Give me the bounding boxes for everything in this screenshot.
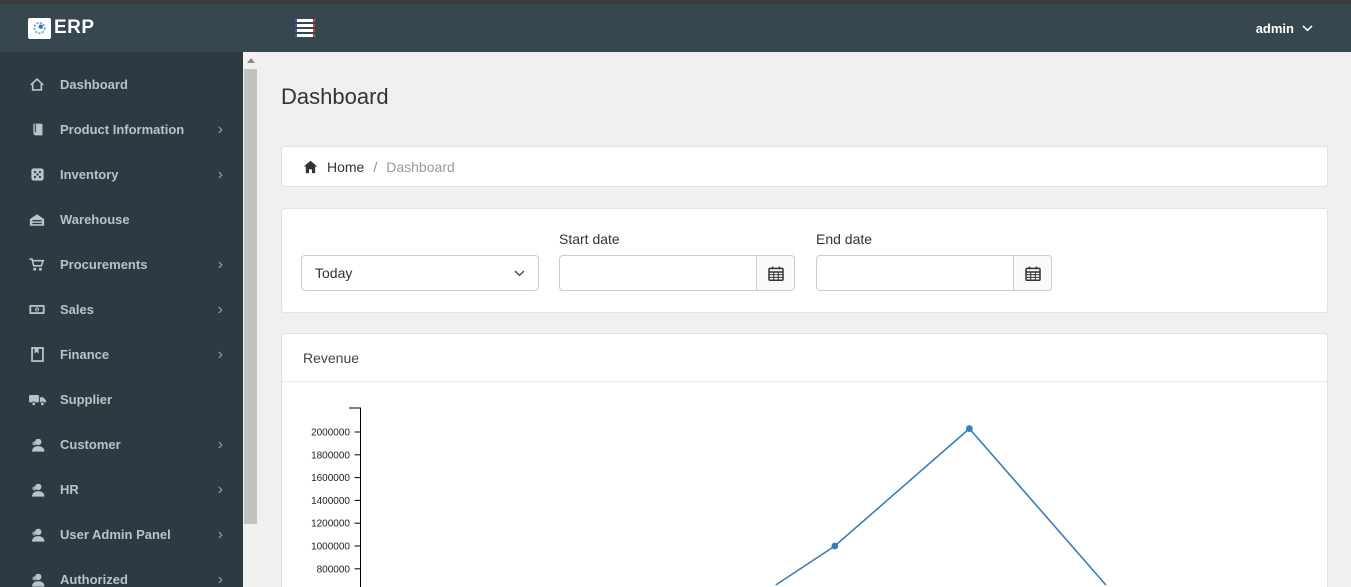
cube-icon: [27, 166, 47, 183]
calendar-icon: [767, 266, 784, 281]
sidebar-item-hr[interactable]: HR ›: [0, 467, 243, 512]
sidebar-item-product-information[interactable]: Product Information ›: [0, 107, 243, 152]
chevron-right-icon: ›: [217, 345, 223, 363]
chevron-right-icon: ›: [217, 300, 223, 318]
chevron-right-icon: ›: [217, 525, 223, 543]
user-menu[interactable]: admin: [1256, 21, 1313, 36]
brand-text: ERP: [54, 17, 95, 38]
breadcrumb-separator: /: [373, 158, 378, 175]
sidebar-item-label: Sales: [60, 302, 94, 317]
top-navbar: ERP admin: [0, 4, 1351, 52]
scrollbar-thumb[interactable]: [244, 69, 257, 524]
chevron-right-icon: ›: [217, 120, 223, 138]
chevron-right-icon: ›: [217, 255, 223, 273]
warehouse-icon: [27, 212, 47, 228]
breadcrumb-home-link[interactable]: Home: [327, 159, 364, 175]
end-date-field: End date: [816, 231, 1052, 291]
body-row: Dashboard Product Information › Inventor…: [0, 52, 1351, 587]
svg-text:1800000: 1800000: [311, 450, 350, 461]
scroll-up-arrow-icon[interactable]: [243, 52, 258, 68]
chevron-down-icon: [1302, 24, 1313, 32]
svg-text:800000: 800000: [317, 564, 351, 575]
date-range-select[interactable]: Today: [301, 255, 539, 291]
sidebar-item-label: Warehouse: [60, 212, 130, 227]
sidebar-item-label: Finance: [60, 347, 110, 362]
sidebar-item-customer[interactable]: Customer ›: [0, 422, 243, 467]
end-date-label: End date: [816, 231, 873, 247]
app-root: ERP admin Dashboard Product Information …: [0, 0, 1351, 587]
date-range-select-value: Today: [315, 265, 353, 281]
svg-text:1400000: 1400000: [311, 496, 350, 507]
sidebar-item-authorized[interactable]: Authorized ›: [0, 557, 243, 587]
sidebar-item-warehouse[interactable]: Warehouse: [0, 197, 243, 242]
start-date-field: Start date: [559, 231, 795, 291]
main-content: Dashboard Home / Dashboard Today Start d…: [258, 52, 1351, 587]
revenue-panel: Revenue 2000000 1800000 1600000 1400000 1200…: [281, 333, 1328, 587]
calendar-icon: [1024, 266, 1041, 281]
page-title: Dashboard: [281, 84, 389, 109]
user-icon: [27, 572, 47, 587]
start-date-label: Start date: [559, 231, 620, 247]
revenue-chart-area: 2000000 1800000 1600000 1400000 1200000 10000…: [282, 382, 1327, 587]
svg-text:1000000: 1000000: [311, 542, 350, 553]
sidebar-item-label: Dashboard: [60, 77, 128, 92]
sidebar-item-inventory[interactable]: Inventory ›: [0, 152, 243, 197]
revenue-panel-title: Revenue: [282, 334, 1327, 382]
sidebar-item-label: User Admin Panel: [60, 527, 171, 542]
breadcrumb: Home / Dashboard: [281, 146, 1328, 187]
filter-panel: Today Start date End date: [281, 208, 1328, 313]
hamburger-icon[interactable]: [293, 15, 317, 41]
cart-icon: [27, 256, 47, 273]
breadcrumb-current: Dashboard: [386, 158, 455, 175]
brand[interactable]: ERP: [0, 17, 243, 39]
chevron-right-icon: ›: [217, 435, 223, 453]
chevron-right-icon: ›: [217, 480, 223, 498]
truck-icon: [27, 392, 47, 407]
svg-text:1600000: 1600000: [311, 473, 350, 484]
svg-text:1200000: 1200000: [311, 519, 350, 530]
sidebar-item-label: HR: [60, 482, 79, 497]
chevron-down-icon: [514, 269, 525, 277]
user-icon: [27, 527, 47, 543]
end-date-calendar-button[interactable]: [1013, 255, 1052, 291]
sidebar-item-label: Product Information: [60, 122, 185, 137]
user-icon: [27, 437, 47, 453]
cash-icon: $: [27, 302, 47, 317]
ledger-icon: [27, 346, 47, 363]
end-date-input[interactable]: [816, 255, 1013, 291]
sidebar-item-supplier[interactable]: Supplier: [0, 377, 243, 422]
sidebar-menu: Dashboard Product Information › Inventor…: [0, 52, 243, 587]
sidebar: Dashboard Product Information › Inventor…: [0, 52, 243, 587]
revenue-line-chart: 2000000 1800000 1600000 1400000 1200000 10000…: [311, 407, 1107, 587]
erp-logo: [28, 17, 51, 39]
sidebar-item-label: Authorized: [60, 572, 128, 587]
home-icon: [27, 76, 47, 93]
chevron-right-icon: ›: [217, 570, 223, 587]
start-date-input[interactable]: [559, 255, 756, 291]
sidebar-item-sales[interactable]: $ Sales ›: [0, 287, 243, 332]
sidebar-item-label: Supplier: [60, 392, 113, 407]
sidebar-item-label: Customer: [60, 437, 121, 452]
svg-text:2000000: 2000000: [311, 428, 350, 439]
user-icon: [27, 482, 47, 498]
book-icon: [27, 121, 47, 138]
home-icon: [303, 160, 318, 174]
sidebar-item-finance[interactable]: Finance ›: [0, 332, 243, 377]
sidebar-item-procurements[interactable]: Procurements ›: [0, 242, 243, 287]
sidebar-item-label: Procurements: [60, 257, 148, 272]
sidebar-item-label: Inventory: [60, 167, 119, 182]
sidebar-item-user-admin-panel[interactable]: User Admin Panel ›: [0, 512, 243, 557]
chevron-right-icon: ›: [217, 165, 223, 183]
logo-swirl-icon: [33, 21, 46, 35]
sidebar-scrollbar[interactable]: [243, 52, 258, 587]
sidebar-item-dashboard[interactable]: Dashboard: [0, 62, 243, 107]
start-date-calendar-button[interactable]: [756, 255, 795, 291]
user-menu-label: admin: [1255, 20, 1294, 36]
